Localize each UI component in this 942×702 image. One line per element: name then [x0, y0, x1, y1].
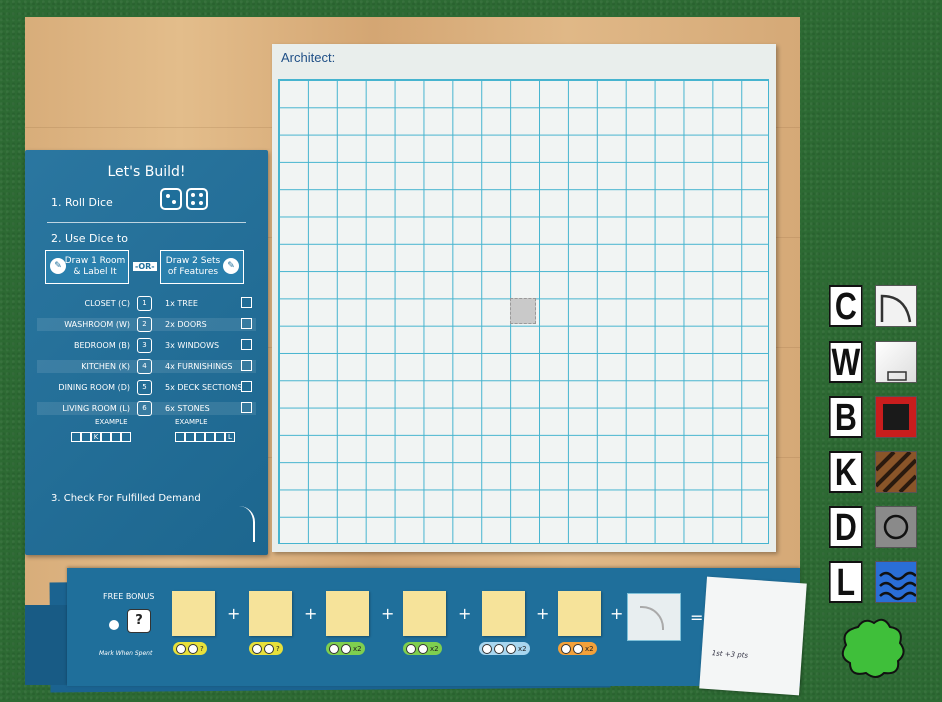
step-roll-dice: 1. Roll Dice — [51, 196, 113, 209]
option-draw-features: Draw 2 Sets of Features ✎ — [160, 250, 244, 284]
bonus-board: FREE BONUS ? Mark When Spent ? + ? + x2 … — [67, 568, 807, 696]
bedroom-tile-icon — [875, 396, 917, 438]
pencil-icon: ✎ — [223, 258, 239, 274]
table-row: CLOSET (C) 1 1x TREE — [25, 295, 268, 316]
plus-sign: + — [227, 604, 241, 623]
demand-chip: ? — [173, 642, 207, 655]
demand-chip: ? — [249, 642, 283, 655]
legend-letter: W — [829, 341, 863, 383]
bonus-mark-checkbox[interactable] — [109, 620, 119, 630]
demand-slot[interactable] — [172, 591, 215, 636]
deck-icon — [241, 381, 252, 392]
free-bonus-label: FREE BONUS — [103, 592, 155, 601]
legend-row-closet[interactable]: C — [829, 285, 919, 329]
legend-letter: B — [829, 396, 863, 438]
dice-pair-icon — [160, 188, 208, 210]
room-feature-table: CLOSET (C) 1 1x TREE WASHROOM (W) 2 2x DOORS… — [25, 295, 268, 421]
free-bonus-die[interactable]: ? — [127, 609, 151, 633]
window-icon — [241, 339, 252, 350]
legend-letter: K — [829, 451, 863, 493]
option-draw-room: ✎ Draw 1 Room & Label It — [45, 250, 129, 284]
demand-slot[interactable] — [558, 591, 601, 636]
dining-circle-icon — [875, 506, 917, 548]
example-feature-diagram: L — [175, 432, 235, 452]
example-label: EXAMPLE — [95, 418, 128, 426]
plus-sign: + — [536, 604, 550, 623]
legend-row-bedroom[interactable]: B — [829, 396, 919, 440]
washroom-tile-icon — [875, 341, 917, 383]
step-check-demand: 3. Check For Fulfilled Demand — [51, 493, 201, 504]
card-title: Let's Build! — [107, 164, 186, 180]
mark-when-spent-note: Mark When Spent — [99, 650, 153, 657]
legend-letter: L — [829, 561, 863, 603]
legend-row-living[interactable]: L — [829, 561, 919, 605]
demand-slot[interactable] — [482, 591, 525, 636]
score-card: 1st +3 pts — [699, 576, 807, 696]
pencil-icon: ✎ — [50, 258, 66, 274]
stone-icon — [241, 402, 252, 413]
selected-grid-cell[interactable] — [510, 298, 536, 324]
green-cloud-token[interactable] — [840, 617, 906, 679]
table-row: LIVING ROOM (L) 6 6x STONES — [25, 400, 268, 421]
demand-slot[interactable] — [326, 591, 369, 636]
legend-row-dining[interactable]: D — [829, 506, 919, 550]
example-label: EXAMPLE — [175, 418, 208, 426]
example-room-diagram: K — [71, 432, 131, 452]
plus-sign: + — [381, 604, 395, 623]
legend-letter: C — [829, 285, 863, 327]
legend-letter: D — [829, 506, 863, 548]
plus-sign: + — [304, 604, 318, 623]
plus-sign: + — [610, 604, 624, 623]
step-use-dice: 2. Use Dice to — [51, 232, 128, 245]
divider — [47, 222, 246, 223]
plus-sign: + — [458, 604, 472, 623]
arrow-icon — [239, 506, 255, 542]
table-row: KITCHEN (K) 4 4x FURNISHINGS — [25, 358, 268, 379]
demand-chip: x2 — [403, 642, 442, 655]
architect-label: Architect: — [281, 50, 336, 65]
furnishing-icon — [241, 360, 252, 371]
kitchen-tile-icon — [874, 450, 918, 494]
door-icon — [241, 318, 252, 329]
demand-chip: x2 — [558, 642, 597, 655]
water-waves-icon — [875, 561, 917, 603]
lets-build-card: Let's Build! 1. Roll Dice 2. Use Dice to… — [25, 150, 268, 555]
tree-corner-icon — [875, 285, 917, 327]
table-row: BEDROOM (B) 3 3x WINDOWS — [25, 337, 268, 358]
legend-row-washroom[interactable]: W — [829, 341, 919, 385]
tree-card[interactable] — [627, 593, 681, 641]
legend-row-kitchen[interactable]: K — [829, 450, 919, 495]
demand-chip: x2 — [479, 642, 530, 655]
demand-slot[interactable] — [249, 591, 292, 636]
demand-chip: x2 — [326, 642, 365, 655]
table-row: WASHROOM (W) 2 2x DOORS — [25, 316, 268, 337]
tree-icon — [241, 297, 252, 308]
or-label: -OR- — [133, 262, 157, 271]
table-row: DINING ROOM (D) 5 5x DECK SECTIONS — [25, 379, 268, 400]
demand-slot[interactable] — [403, 591, 446, 636]
equals-sign: = — [690, 608, 704, 627]
